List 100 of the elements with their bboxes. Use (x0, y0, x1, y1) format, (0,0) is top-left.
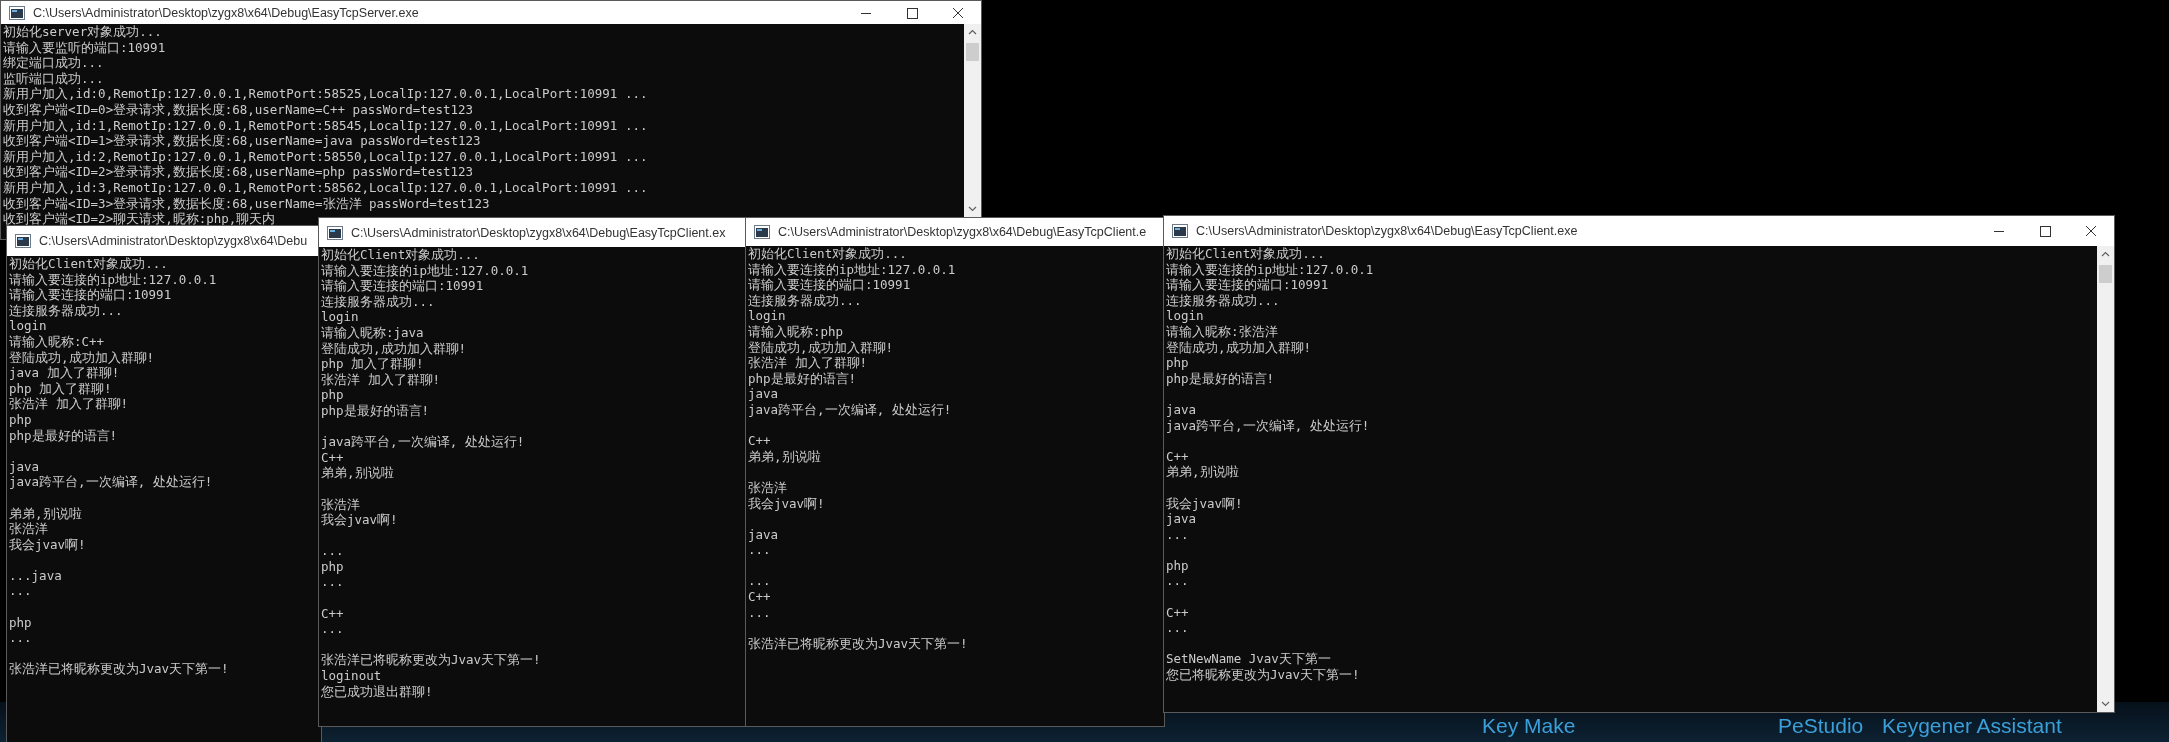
console-line: 初始化Client对象成功... (321, 247, 481, 263)
desktop-icon-label[interactable]: PeStudio (1778, 714, 1864, 738)
console-line: 初始化server对象成功... (3, 24, 163, 40)
console-line: ... (321, 621, 345, 637)
console-line: 新用户加入,id:2,RemotIp:127.0.0.1,RemotPort:58550,LocalIp:127.0.0.1,LocalPort:10991 ... (3, 148, 649, 165)
console-line: php (321, 558, 345, 575)
console-line: ... (748, 573, 772, 590)
console-line: java跨平台,一次编译, 处处运行! (748, 401, 953, 418)
console-line: C++ (321, 449, 345, 466)
console-line: 收到客户端<ID=2>登录请求,数据长度:68,userName=php passWord=test123 (3, 164, 475, 180)
console-line: ... (1166, 573, 1190, 590)
desktop-icon-label[interactable]: Keygener Assistant (1882, 714, 2062, 738)
console-line: 连接服务器成功... (9, 302, 124, 319)
console-line: 请输入昵称:java (321, 324, 425, 341)
console-line: C++ (1166, 604, 1190, 621)
console-line: 初始化Client对象成功... (9, 256, 169, 272)
console-line: 我会jvav啊! (1166, 495, 1244, 512)
scroll-thumb[interactable] (2099, 265, 2112, 283)
console-line: login (748, 308, 787, 324)
console-line: php是最好的语言! (9, 427, 119, 444)
console-line: login (1166, 308, 1205, 324)
console-line: 初始化Client对象成功... (748, 246, 908, 262)
console-line: java跨平台,一次编译, 处处运行! (9, 474, 214, 490)
console-line: java (748, 386, 780, 402)
console-line: ... (748, 542, 772, 558)
console-line: php是最好的语言! (1166, 370, 1276, 387)
console-line: ... (321, 574, 345, 591)
scrollbar[interactable] (2097, 246, 2114, 712)
console-icon (754, 225, 770, 239)
console-line: 请输入要连接的ip地址:127.0.0.1 (9, 271, 218, 288)
window-title: C:\Users\Administrator\Desktop\zygx8\x64\Debug\EasyTcpServer.exe (33, 5, 420, 20)
console-line: 您已将昵称更改为Jvav天下第一! (1166, 667, 1361, 683)
console-line: 连接服务器成功... (321, 293, 436, 310)
console-line: 请输入昵称:php (748, 323, 845, 340)
console-line: 请输入昵称:C++ (9, 333, 106, 350)
console-line: 张浩洋 加入了群聊! (748, 355, 869, 371)
console-line: 我会jvav啊! (321, 512, 399, 528)
window-title: C:\Users\Administrator\Desktop\zygx8\x64\Debug\EasyTcpClient.ex (351, 225, 727, 240)
console-line: ... (1166, 620, 1190, 636)
console-line: 登陆成功,成功加入群聊! (1166, 339, 1313, 356)
console-line: 绑定端口成功... (3, 55, 105, 71)
console-line: java (748, 526, 780, 543)
window-title: C:\Users\Administrator\Desktop\zygx8\x64\Debu (39, 234, 309, 248)
scrollbar[interactable] (964, 24, 981, 217)
console-line: java (1166, 511, 1198, 527)
console-line: 张浩洋 (9, 521, 49, 537)
console-line: 张浩洋 加入了群聊! (9, 396, 130, 412)
console-line: 收到客户端<ID=0>登录请求,数据长度:68,userName=C++ passWord=test123 (3, 101, 475, 118)
console-line: ... (748, 604, 772, 621)
console-line: php 加入了群聊! (321, 356, 425, 372)
desktop-icon-label[interactable]: Key Make (1482, 714, 1576, 738)
console-line: php (321, 387, 344, 403)
scroll-thumb[interactable] (966, 43, 979, 61)
console-line: SetNewName Jvav天下第一 (1166, 651, 1332, 668)
console-line: 请输入要连接的ip地址:127.0.0.1 (748, 261, 957, 278)
console-line: java (1166, 401, 1198, 418)
console-line: login (321, 309, 360, 325)
console-line: 收到客户端<ID=2>聊天请求,昵称:php,聊天内 (3, 211, 277, 227)
console-line: 您已成功退出群聊! (321, 683, 434, 700)
console-icon (327, 225, 343, 240)
console-line: 请输入昵称:张浩洋 (1166, 323, 1279, 340)
console-line: 请输入要连接的端口:10991 (748, 277, 912, 293)
console-line: php 加入了群聊! (9, 380, 113, 397)
console-line: C++ (748, 589, 772, 605)
console-line: 弟弟,别说啦 (9, 505, 83, 522)
console-line: login (9, 318, 48, 334)
console-icon (15, 234, 31, 248)
console-line: 新用户加入,id:3,RemotIp:127.0.0.1,RemotPort:58562,LocalIp:127.0.0.1,LocalPort:10991 ... (3, 179, 649, 196)
console-line: 张浩洋 加入了群聊! (321, 371, 442, 388)
console-line: C++ (748, 433, 772, 449)
console-line: ... (321, 543, 345, 559)
console-line: 连接服务器成功... (1166, 292, 1281, 309)
console-line: 登陆成功,成功加入群聊! (9, 349, 156, 366)
console-icon (9, 5, 25, 20)
console-line: 弟弟,别说啦 (748, 448, 822, 465)
console-line: loginout (321, 668, 383, 684)
console-line: 收到客户端<ID=1>登录请求,数据长度:68,userName=java passWord=test123 (3, 133, 482, 149)
console-line: 张浩洋 (321, 496, 361, 513)
console-line: 请输入要监听的端口:10991 (3, 39, 167, 56)
console-line: php是最好的语言! (748, 370, 858, 387)
console-line: 张浩洋已将昵称更改为Jvav天下第一! (748, 635, 969, 652)
console-line: 弟弟,别说啦 (321, 465, 395, 481)
console-line: java 加入了群聊! (9, 365, 121, 381)
console-line: ... (1166, 526, 1190, 543)
console-line: java跨平台,一次编译, 处处运行! (321, 434, 526, 450)
console-line: 登陆成功,成功加入群聊! (321, 340, 468, 357)
console-line: C++ (1166, 448, 1190, 465)
window-title: C:\Users\Administrator\Desktop\zygx8\x64\Debug\EasyTcpClient.exe (1196, 224, 1579, 238)
console-line: php (1166, 355, 1189, 371)
console-line: 请输入要连接的端口:10991 (9, 287, 173, 303)
console-line: ...java (9, 567, 63, 584)
console-line: 请输入要连接的端口:10991 (321, 278, 485, 294)
console-line: 张浩洋 (748, 479, 788, 496)
console-line: 请输入要连接的端口:10991 (1166, 277, 1330, 293)
console-line: php是最好的语言! (321, 402, 431, 419)
console-line: 新用户加入,id:1,RemotIp:127.0.0.1,RemotPort:58545,LocalIp:127.0.0.1,LocalPort:10991 ... (3, 117, 649, 134)
console-line: 请输入要连接的ip地址:127.0.0.1 (321, 262, 530, 279)
console-line: php (9, 411, 33, 428)
console-line: 连接服务器成功... (748, 292, 863, 309)
console-line: 我会jvav啊! (748, 495, 826, 512)
